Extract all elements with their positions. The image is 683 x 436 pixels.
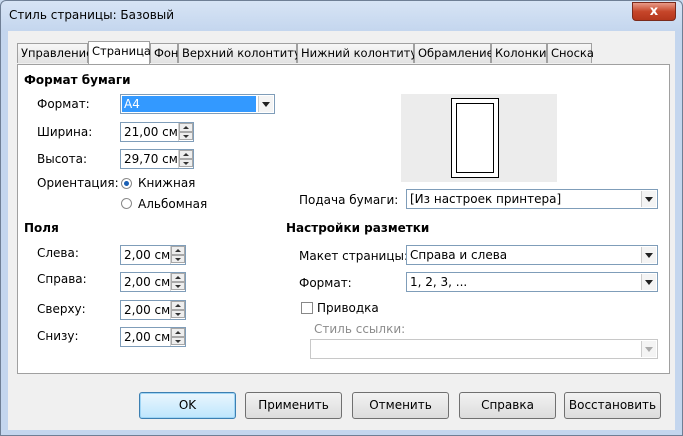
close-icon: x xyxy=(649,4,659,19)
margin-bottom-value: 2,00 см xyxy=(124,330,171,344)
height-label: Высота: xyxy=(37,152,88,166)
tab-columns[interactable]: Колонки xyxy=(491,43,547,63)
tab-background[interactable]: Фон xyxy=(150,43,178,63)
apply-button[interactable]: Применить xyxy=(245,392,342,419)
chevron-down-icon xyxy=(641,341,656,357)
height-spinbox[interactable]: 29,70 см xyxy=(120,149,194,169)
spin-down-icon[interactable] xyxy=(179,159,193,167)
margin-bottom-label: Снизу: xyxy=(37,329,79,343)
reset-button[interactable]: Восстановить xyxy=(564,392,661,419)
height-spin-buttons[interactable] xyxy=(178,150,193,168)
height-value: 29,70 см xyxy=(124,152,178,166)
paper-tray-label: Подача бумаги: xyxy=(299,193,399,207)
page-layout-value: Справа и слева xyxy=(410,248,508,262)
close-button[interactable]: x xyxy=(632,2,676,21)
tab-panel-page: Формат бумаги Формат: A4 Ширина: 21,00 с… xyxy=(17,64,670,374)
title-bar[interactable]: Стиль страницы: Базовый x xyxy=(1,1,682,31)
spin-down-icon[interactable] xyxy=(171,337,185,345)
help-button[interactable]: Справка xyxy=(459,392,556,419)
spin-up-icon[interactable] xyxy=(171,273,185,282)
layout-settings-heading: Настройки разметки xyxy=(286,221,430,235)
tab-page[interactable]: Страница xyxy=(88,41,151,64)
margin-bottom-spinbox[interactable]: 2,00 см xyxy=(120,327,186,347)
portrait-radio[interactable] xyxy=(121,178,132,189)
numbering-format-label: Формат: xyxy=(299,276,352,290)
paper-format-select[interactable]: A4 xyxy=(120,94,275,114)
margin-right-spin-buttons[interactable] xyxy=(170,273,185,291)
width-label: Ширина: xyxy=(37,125,93,139)
page-margin-outline xyxy=(456,103,494,173)
register-true-checkbox[interactable] xyxy=(301,302,313,314)
margin-left-value: 2,00 см xyxy=(124,248,171,262)
margin-top-spin-buttons[interactable] xyxy=(170,301,185,319)
tab-header[interactable]: Верхний колонтитул xyxy=(178,43,308,63)
landscape-radio[interactable] xyxy=(121,198,132,209)
width-value: 21,00 см xyxy=(124,125,178,139)
dialog-title: Стиль страницы: Базовый xyxy=(9,8,175,22)
spin-up-icon[interactable] xyxy=(179,123,193,132)
paper-tray-select[interactable]: [Из настроек принтера] xyxy=(406,189,658,209)
margin-right-spinbox[interactable]: 2,00 см xyxy=(120,272,186,292)
paper-tray-value: [Из настроек принтера] xyxy=(410,192,562,206)
register-true-label[interactable]: Приводка xyxy=(317,301,379,315)
tab-organizer[interactable]: Управление xyxy=(17,43,93,63)
chevron-down-icon[interactable] xyxy=(641,191,656,207)
page-style-dialog: Стиль страницы: Базовый x Управление Стр… xyxy=(0,0,683,436)
chevron-down-icon[interactable] xyxy=(641,274,656,290)
margin-top-spinbox[interactable]: 2,00 см xyxy=(120,300,186,320)
reference-style-select[interactable] xyxy=(310,339,658,359)
margin-left-spinbox[interactable]: 2,00 см xyxy=(120,245,186,265)
margin-left-label: Слева: xyxy=(37,246,79,260)
ok-button[interactable]: OK xyxy=(139,392,236,419)
margin-right-label: Справа: xyxy=(37,272,87,286)
margin-right-value: 2,00 см xyxy=(124,275,171,289)
tab-footnote[interactable]: Сноска xyxy=(547,43,594,63)
format-label: Формат: xyxy=(37,97,90,111)
page-preview-icon xyxy=(451,98,499,178)
chevron-down-icon[interactable] xyxy=(258,96,273,112)
tab-footer[interactable]: Нижний колонтитул xyxy=(297,43,425,63)
paper-format-value: A4 xyxy=(122,96,256,112)
page-layout-label: Макет страницы: xyxy=(299,249,409,263)
reference-style-label: Стиль ссылки: xyxy=(314,322,406,336)
tab-borders[interactable]: Обрамление xyxy=(414,43,494,63)
spin-down-icon[interactable] xyxy=(171,310,185,318)
margin-top-value: 2,00 см xyxy=(124,303,171,317)
spin-down-icon[interactable] xyxy=(179,132,193,140)
margin-top-label: Сверху: xyxy=(37,302,86,316)
spin-up-icon[interactable] xyxy=(179,150,193,159)
width-spin-buttons[interactable] xyxy=(178,123,193,141)
page-layout-select[interactable]: Справа и слева xyxy=(406,245,658,265)
spin-up-icon[interactable] xyxy=(171,246,185,255)
chevron-down-icon[interactable] xyxy=(641,247,656,263)
cancel-button[interactable]: Отменить xyxy=(352,392,449,419)
width-spinbox[interactable]: 21,00 см xyxy=(120,122,194,142)
numbering-format-select[interactable]: 1, 2, 3, ... xyxy=(406,272,658,292)
dialog-client-area: Управление Страница Фон Верхний колонтит… xyxy=(8,31,675,430)
margin-bottom-spin-buttons[interactable] xyxy=(170,328,185,346)
landscape-label[interactable]: Альбомная xyxy=(138,197,207,211)
spin-down-icon[interactable] xyxy=(171,282,185,290)
spin-up-icon[interactable] xyxy=(171,328,185,337)
margin-left-spin-buttons[interactable] xyxy=(170,246,185,264)
margins-heading: Поля xyxy=(24,221,59,235)
portrait-label[interactable]: Книжная xyxy=(138,176,195,190)
orientation-label: Ориентация: xyxy=(37,176,119,190)
numbering-format-value: 1, 2, 3, ... xyxy=(410,275,468,289)
spin-up-icon[interactable] xyxy=(171,301,185,310)
paper-format-heading: Формат бумаги xyxy=(24,73,131,87)
spin-down-icon[interactable] xyxy=(171,255,185,263)
